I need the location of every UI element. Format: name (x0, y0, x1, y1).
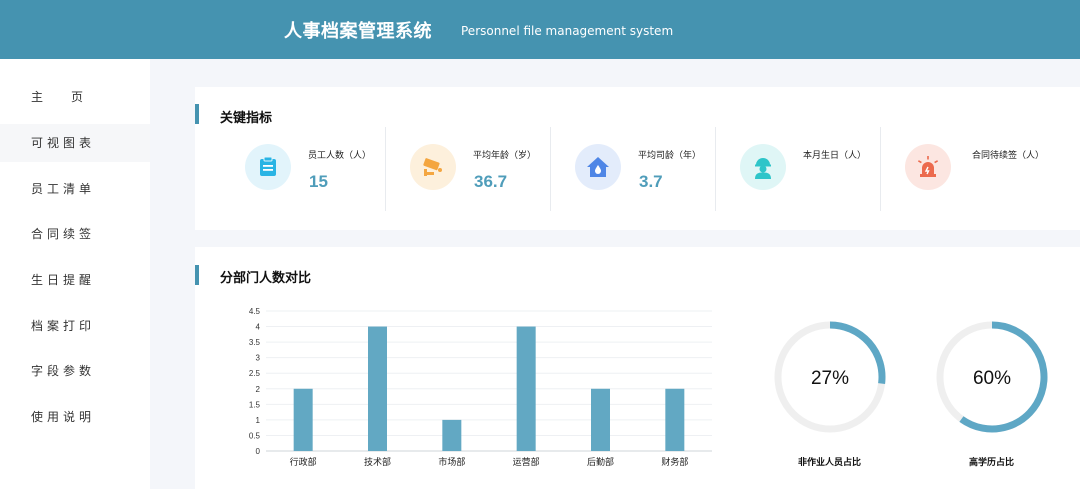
alarm-icon (905, 144, 951, 190)
x-tick-label: 后勤部 (587, 456, 614, 468)
x-tick-label: 技术部 (364, 456, 391, 468)
bar (516, 326, 536, 451)
donut-title-non-operational: 非作业人员占比 (798, 458, 862, 468)
donut-center-value: 27% (811, 368, 849, 389)
y-tick-label: 1 (256, 416, 261, 425)
sidebar-item-employee-list[interactable]: 员工清单 (0, 170, 150, 208)
donut-title-high-education: 高学历占比 (969, 458, 1015, 468)
kpi-card-contract-renewal: 合同待续签（人） (855, 127, 1044, 211)
bar (368, 326, 387, 451)
y-tick-label: 4.5 (249, 307, 261, 316)
kpi-label: 合同待续签（人） (972, 151, 1045, 161)
kpi-panel: 关键指标 员工人数（人） 15 平均年龄（岁） 36.7 平均司龄（年） 3.7… (195, 87, 1080, 230)
app-title: 人事档案管理系统 (284, 21, 432, 42)
y-tick-label: 4 (256, 323, 261, 332)
kpi-value: 3.7 (639, 172, 663, 191)
section-marker (195, 104, 199, 124)
clipboard-icon (245, 144, 291, 190)
kpi-card-average-age: 平均年龄（岁） 36.7 (360, 127, 536, 211)
sidebar-item-field-params[interactable]: 字段参数 (0, 352, 150, 390)
sidebar-item-file-print[interactable]: 档案打印 (0, 307, 150, 345)
bar (293, 388, 313, 451)
x-tick-label: 运营部 (513, 456, 540, 468)
y-tick-label: 0.5 (249, 431, 261, 440)
kpi-card-headcount: 员工人数（人） 15 (195, 127, 371, 211)
x-tick-label: 市场部 (438, 456, 465, 468)
kpi-card-average-tenure: 平均司龄（年） 3.7 (525, 127, 701, 211)
app-subtitle: Personnel file management system (461, 24, 674, 38)
y-tick-label: 1.5 (249, 400, 261, 409)
sidebar-item-birthday-reminder[interactable]: 生日提醒 (0, 261, 150, 299)
sidebar-item-contract-renewal[interactable]: 合同续签 (0, 215, 150, 253)
bar (591, 388, 610, 451)
donut-center-value: 60% (973, 368, 1011, 389)
worker-icon (740, 144, 786, 190)
kpi-card-birthdays: 本月生日（人） (690, 127, 866, 211)
y-tick-label: 0 (256, 447, 261, 456)
y-tick-label: 2.5 (249, 369, 261, 378)
x-tick-label: 行政部 (290, 456, 317, 468)
camera-icon (410, 144, 456, 190)
sidebar-nav: 主页 可视图表 员工清单 合同续签 生日提醒 档案打印 字段参数 使用说明 (0, 59, 150, 489)
y-tick-label: 3 (256, 354, 261, 363)
department-bar-chart: 0 0.5 1 1.5 2 2.5 3 3.5 4 4.5 行政部 技术部 市场部 运营部 后勤部 财务部 27… (249, 307, 1048, 468)
sidebar-item-charts[interactable]: 可视图表 (0, 124, 150, 162)
kpi-value: 36.7 (474, 172, 508, 191)
kpi-value: 15 (309, 172, 328, 191)
bar (665, 388, 685, 451)
house-drop-icon (575, 144, 621, 190)
bar (442, 419, 462, 451)
y-tick-label: 3.5 (249, 338, 261, 347)
top-header-bar: 人事档案管理系统 Personnel file management syste… (0, 0, 1080, 59)
chart-panel: 分部门人数对比 0 0.5 1 1.5 2 2.5 3 3.5 4 4.5 行政部 技术部 市场部 运营部… (195, 247, 1080, 489)
kpi-section-title: 关键指标 (220, 111, 273, 126)
sidebar-item-instructions[interactable]: 使用说明 (0, 398, 150, 436)
y-tick-label: 2 (256, 385, 261, 394)
x-tick-label: 财务部 (661, 456, 688, 468)
sidebar-item-home[interactable]: 主页 (0, 78, 150, 116)
